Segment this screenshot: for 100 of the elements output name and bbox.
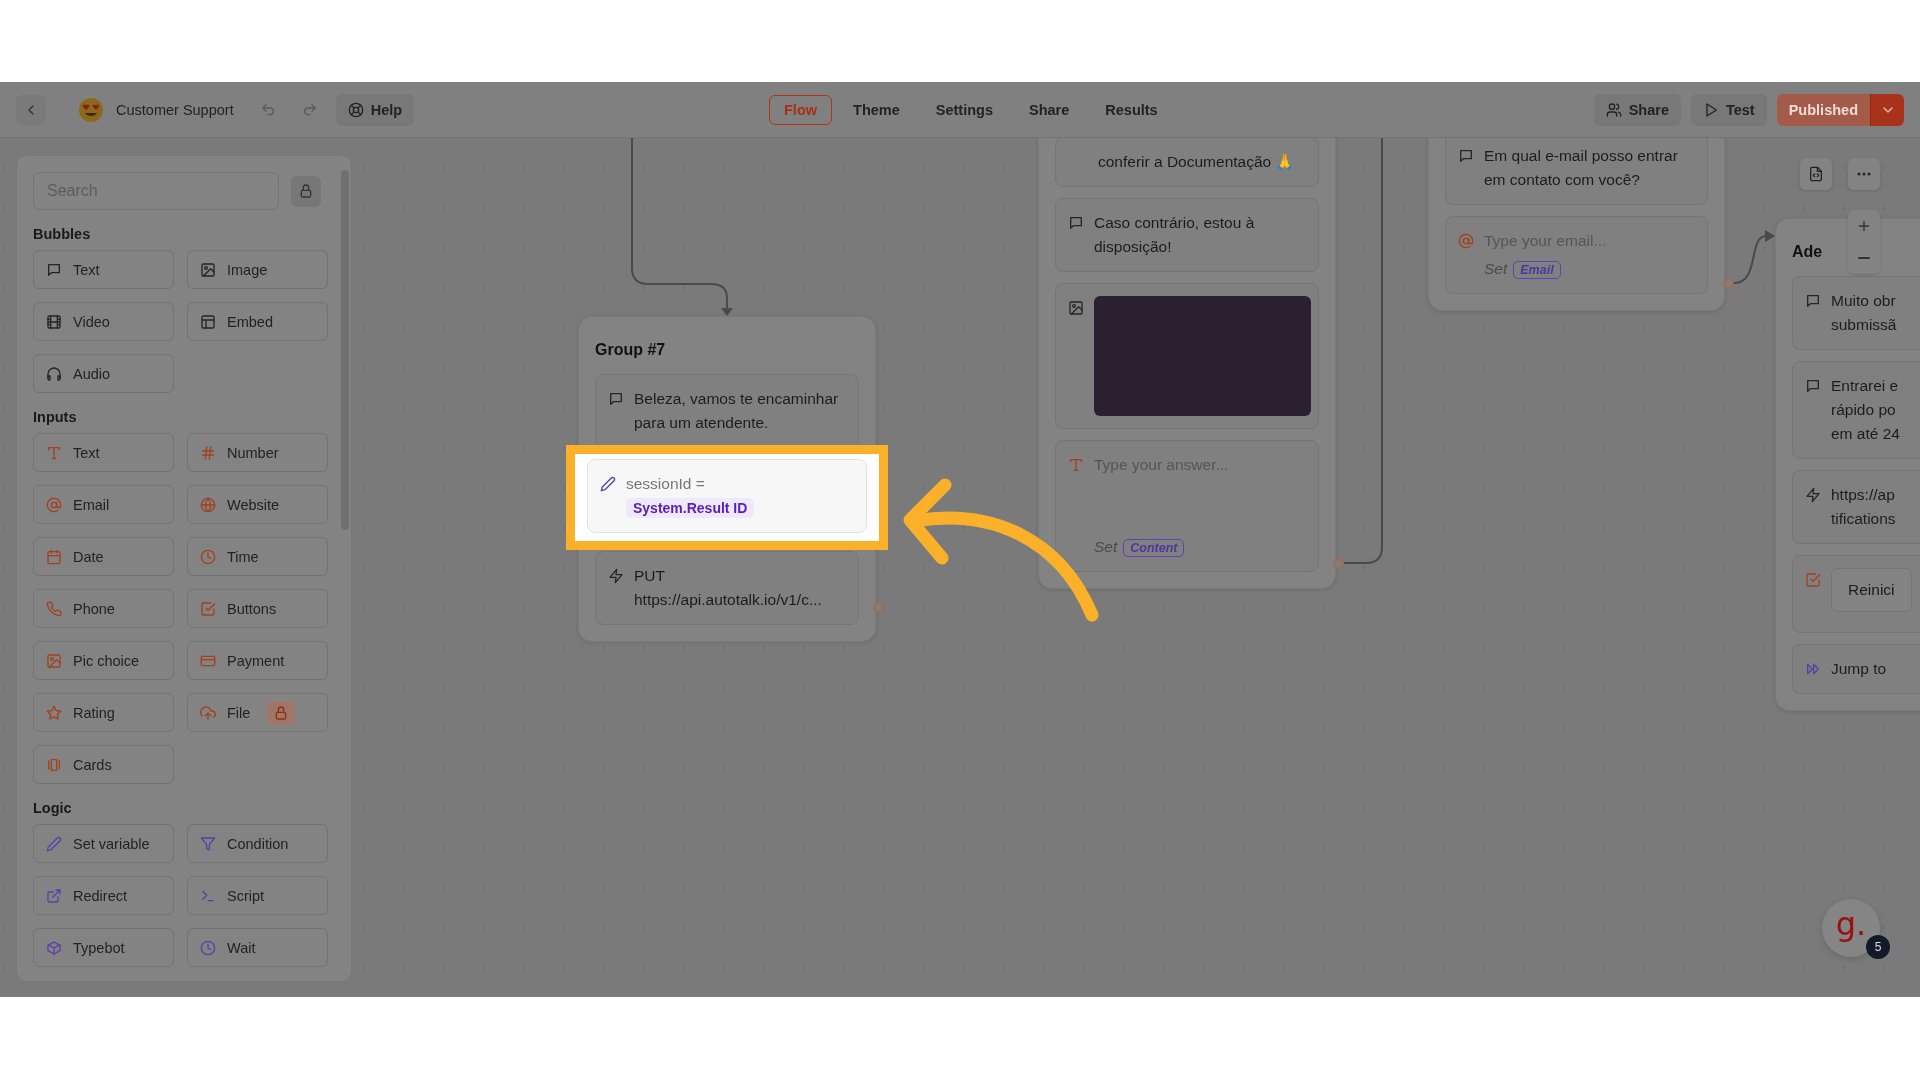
clock-icon bbox=[200, 939, 216, 956]
image-icon bbox=[46, 652, 62, 669]
back-button[interactable] bbox=[16, 94, 46, 125]
flow-block[interactable] bbox=[1055, 283, 1319, 429]
block-type-button[interactable]: Script bbox=[187, 876, 328, 915]
flow-block[interactable]: Beleza, vamos te encaminhar para um atendente. bbox=[595, 374, 859, 448]
minus-icon bbox=[1858, 257, 1870, 259]
choice-button[interactable]: Reinici bbox=[1831, 568, 1912, 612]
block-text: rápido po bbox=[1831, 400, 1897, 420]
section-title: Inputs bbox=[33, 409, 78, 425]
block-type-button[interactable]: Email bbox=[33, 485, 174, 524]
nav-tab[interactable]: Results bbox=[1090, 95, 1173, 125]
block-type-button[interactable]: Buttons bbox=[187, 589, 328, 628]
block-type-button[interactable]: Redirect bbox=[33, 876, 174, 915]
hash-icon bbox=[200, 444, 216, 461]
connection-handle[interactable] bbox=[1723, 278, 1734, 289]
text-t-icon bbox=[1068, 457, 1084, 473]
block-text: https://ap bbox=[1831, 485, 1896, 505]
headphones-icon bbox=[46, 365, 62, 382]
flow-block[interactable]: Entrarei e rápido po em até 24 bbox=[1792, 361, 1920, 459]
project-name: Customer Support bbox=[116, 101, 234, 118]
publish-menu-button[interactable] bbox=[1870, 93, 1904, 126]
redo-icon bbox=[301, 101, 318, 118]
block-type-button[interactable]: Phone bbox=[33, 589, 174, 628]
nav-tab[interactable]: Settings bbox=[920, 95, 1008, 125]
block-type-button[interactable]: Audio bbox=[33, 354, 174, 393]
at-sign-icon bbox=[1458, 233, 1474, 249]
nav-tab[interactable]: Share bbox=[1014, 95, 1085, 125]
speech-bubble-icon bbox=[1458, 148, 1474, 164]
pencil-icon bbox=[46, 835, 62, 852]
speech-bubble-icon bbox=[46, 261, 62, 278]
block-text: PUT bbox=[634, 566, 666, 586]
flow-block[interactable]: PUT https://api.autotalk.io/v1/c... bbox=[595, 551, 859, 625]
block-text: em até 24 bbox=[1831, 424, 1900, 444]
flow-block[interactable]: Reinici bbox=[1792, 555, 1920, 633]
clock-icon bbox=[200, 548, 216, 565]
flow-block[interactable]: https://ap tifications bbox=[1792, 470, 1920, 544]
speech-bubble-icon bbox=[608, 391, 624, 407]
variable-value-tag: System.Result ID bbox=[626, 498, 755, 518]
block-text: Entrarei e bbox=[1831, 376, 1900, 396]
block-type-button[interactable]: Cards bbox=[33, 745, 174, 784]
block-type-button[interactable]: Text bbox=[33, 250, 174, 289]
group-title: Ade bbox=[1792, 242, 1823, 262]
lock-button[interactable] bbox=[290, 175, 321, 207]
block-type-button[interactable]: Condition bbox=[187, 824, 328, 863]
block-text: https://api.autotalk.io/v1/c... bbox=[634, 590, 822, 610]
group-title: Group #7 bbox=[595, 340, 666, 360]
block-type-button[interactable]: Embed bbox=[187, 302, 328, 341]
block-type-button[interactable]: Time bbox=[187, 537, 328, 576]
lifebuoy-icon bbox=[347, 101, 364, 118]
block-text: Em qual e-mail posso entrar em contato com você? bbox=[1484, 146, 1679, 190]
more-dots-icon bbox=[1857, 172, 1871, 176]
connection-handle[interactable] bbox=[1333, 558, 1344, 569]
export-button[interactable] bbox=[1800, 158, 1832, 190]
block-text: submissã bbox=[1831, 315, 1897, 335]
nav-tab[interactable]: Theme bbox=[838, 95, 915, 125]
block-type-button[interactable]: Payment bbox=[187, 641, 328, 680]
pencil-icon bbox=[600, 476, 616, 492]
connection-handle[interactable] bbox=[873, 602, 884, 613]
share-button[interactable]: Share bbox=[1593, 93, 1681, 126]
block-text: Muito obr bbox=[1831, 291, 1897, 311]
text-t-icon bbox=[46, 444, 62, 461]
block-text: conferir a Documentação 🙏 bbox=[1098, 152, 1295, 172]
block-type-button[interactable]: Rating bbox=[33, 693, 174, 732]
block-text: Beleza, vamos te encaminhar para um atendente. bbox=[634, 389, 840, 433]
test-button[interactable]: Test bbox=[1690, 93, 1767, 126]
globe-icon bbox=[200, 496, 216, 513]
block-type-button[interactable]: Set variable bbox=[33, 824, 174, 863]
more-button[interactable] bbox=[1848, 158, 1880, 190]
calendar-icon bbox=[46, 548, 62, 565]
checkbox-icon bbox=[200, 600, 216, 617]
block-type-button[interactable]: Image bbox=[187, 250, 328, 289]
image-icon bbox=[200, 261, 216, 278]
variable-tag: Content bbox=[1123, 539, 1185, 557]
speech-bubble-icon bbox=[1068, 215, 1084, 231]
flow-block[interactable]: Muito obr submissã bbox=[1792, 276, 1920, 350]
cube-icon bbox=[46, 939, 62, 956]
block-type-button[interactable]: Typebot bbox=[33, 928, 174, 967]
flow-block[interactable]: Em qual e-mail posso entrar em contato com você? bbox=[1445, 138, 1708, 205]
star-icon bbox=[46, 704, 62, 721]
filter-icon bbox=[200, 835, 216, 852]
block-type-button[interactable]: Date bbox=[33, 537, 174, 576]
block-type-button[interactable]: Video bbox=[33, 302, 174, 341]
flow-block[interactable]: Jump to bbox=[1792, 644, 1920, 694]
speech-bubble-icon bbox=[1805, 378, 1821, 394]
block-text: tifications bbox=[1831, 509, 1896, 529]
block-type-button[interactable]: File bbox=[187, 693, 328, 732]
block-type-button[interactable]: Text bbox=[33, 433, 174, 472]
help-button[interactable]: Help bbox=[335, 93, 415, 126]
users-icon bbox=[1605, 101, 1622, 118]
flow-block[interactable]: conferir a Documentação 🙏 bbox=[1055, 138, 1319, 187]
block-type-button[interactable]: Pic choice bbox=[33, 641, 174, 680]
lightning-icon bbox=[1805, 487, 1821, 503]
block-type-button[interactable]: Website bbox=[187, 485, 328, 524]
variable-tag: Email bbox=[1513, 261, 1561, 279]
file-code-icon bbox=[1808, 166, 1824, 182]
flow-block[interactable]: Caso contrário, estou à disposição! bbox=[1055, 198, 1319, 272]
flow-block[interactable]: sessionId = System.Result ID bbox=[587, 459, 867, 533]
block-type-button[interactable]: Number bbox=[187, 433, 328, 472]
block-type-button[interactable]: Wait bbox=[187, 928, 328, 967]
